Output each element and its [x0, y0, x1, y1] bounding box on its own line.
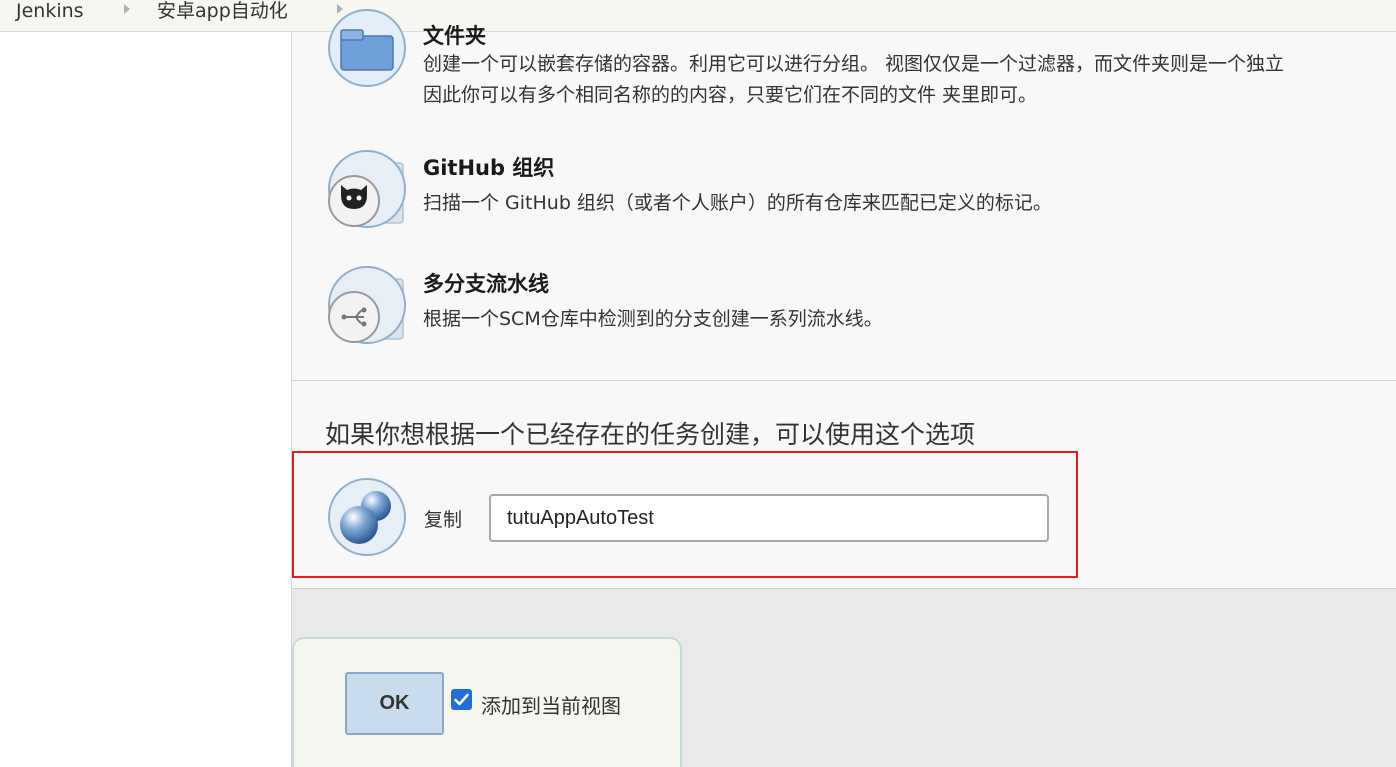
breadcrumb: Jenkins 安卓app自动化: [0, 0, 1396, 32]
copy-from-input[interactable]: [489, 494, 1049, 542]
item-type-description: 创建一个可以嵌套存储的容器。利用它可以进行分组。 视图仅仅是一个过滤器，而文件夹…: [423, 53, 1285, 75]
item-type-description: 根据一个SCM仓库中检测到的分支创建一系列流水线。: [423, 308, 883, 330]
item-type-list: 文件夹 创建一个可以嵌套存储的容器。利用它可以进行分组。 视图仅仅是一个过滤器，…: [292, 9, 1396, 381]
add-to-view-label[interactable]: 添加到当前视图: [481, 690, 621, 719]
checkmark-icon: [454, 693, 469, 706]
breadcrumb-chevron-icon[interactable]: [124, 4, 130, 14]
add-to-view-checkbox[interactable]: [451, 689, 472, 710]
item-type-description: 因此你可以有多个相同名称的的内容，只要它们在不同的文件 夹里即可。: [423, 84, 1038, 106]
item-type-title: GitHub 组织: [423, 156, 555, 180]
folder-icon: [328, 9, 406, 87]
breadcrumb-jenkins-link[interactable]: Jenkins: [16, 0, 84, 24]
copy-from-section: 如果你想根据一个已经存在的任务创建，可以使用这个选项 复制: [292, 381, 1396, 589]
copy-icon: [328, 478, 406, 556]
item-type-description: 扫描一个 GitHub 组织（或者个人账户）的所有仓库来匹配已定义的标记。: [423, 192, 1052, 214]
bottom-area: OK 添加到当前视图: [292, 589, 1396, 767]
bottom-button-panel: OK 添加到当前视图: [292, 637, 682, 767]
copy-label: 复制: [424, 509, 463, 531]
item-type-title: 多分支流水线: [423, 272, 549, 296]
copy-highlight-box: 复制: [292, 451, 1078, 578]
github-octocat-icon: [328, 150, 406, 228]
copy-section-heading: 如果你想根据一个已经存在的任务创建，可以使用这个选项: [325, 420, 976, 449]
side-panel: [0, 32, 292, 767]
item-type-title: 文件夹: [423, 24, 486, 48]
main-content: 文件夹 创建一个可以嵌套存储的容器。利用它可以进行分组。 视图仅仅是一个过滤器，…: [292, 9, 1396, 767]
branch-icon: [328, 266, 406, 344]
breadcrumb-job-link[interactable]: 安卓app自动化: [157, 0, 288, 24]
ok-button[interactable]: OK: [345, 672, 444, 735]
